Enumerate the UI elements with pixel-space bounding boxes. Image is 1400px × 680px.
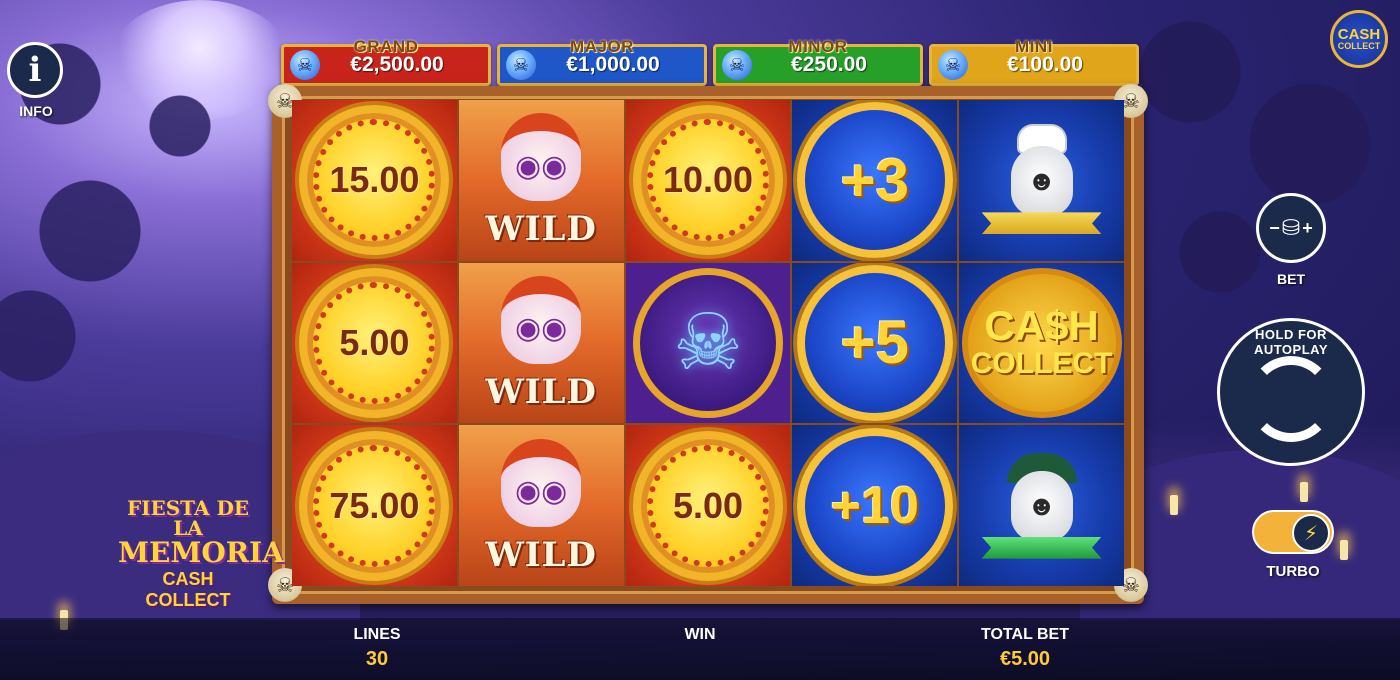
jackpot-grand: GRAND ☠ €2,500.00 xyxy=(281,37,491,86)
badge-line1: CASH xyxy=(1337,26,1381,43)
info-icon: i xyxy=(28,50,42,90)
coin-value: 5.00 xyxy=(339,321,410,363)
autoplay-label: HOLD FOR AUTOPLAY xyxy=(1253,327,1329,357)
skull-face-icon: ☻ xyxy=(1010,146,1073,217)
waitress-skeleton-symbol: ☻ xyxy=(972,436,1112,576)
candle xyxy=(1170,495,1178,515)
catrina-skull-icon: ◉◉ xyxy=(501,113,582,202)
reel-cell: ☻ xyxy=(959,425,1124,586)
coin-symbol: 5.00 xyxy=(632,430,783,581)
win-stat: WIN xyxy=(650,626,750,648)
lightning-icon: ⚡ xyxy=(1292,514,1330,552)
info-button[interactable]: i xyxy=(7,42,63,98)
minus-icon: − xyxy=(1269,217,1280,238)
wild-label: WILD xyxy=(485,534,597,575)
coin-value: 5.00 xyxy=(672,484,744,526)
reel-cell: 5.00 xyxy=(625,425,791,586)
cash-collect-line2: COLLECT xyxy=(970,347,1113,381)
jackpot-label: MAJOR xyxy=(570,37,634,56)
turbo-label: TURBO xyxy=(1266,563,1320,580)
spin-button[interactable]: HOLD FOR AUTOPLAY xyxy=(1217,318,1365,466)
wild-symbol: ◉◉ WILD xyxy=(466,268,616,418)
spin-icon xyxy=(1248,356,1334,442)
logo-line2: MEMORIA xyxy=(118,536,284,569)
plus-icon: + xyxy=(1302,217,1313,238)
reel-cell: 75.00 xyxy=(292,425,457,586)
reel-cell: 10.00 xyxy=(625,100,791,261)
coins-icon: ⛁ xyxy=(1281,215,1301,240)
jackpot-minor: MINOR ☠ €250.00 xyxy=(713,37,923,86)
banner-ribbon xyxy=(981,536,1102,559)
catrina-skull-icon: ◉◉ xyxy=(501,275,582,364)
wild-label: WILD xyxy=(485,209,597,250)
coin-value: 75.00 xyxy=(329,484,420,526)
bonus-value: +10 xyxy=(830,476,919,535)
coin-symbol: 75.00 xyxy=(299,430,450,581)
cash-collect-symbol: CA$H COLLECT xyxy=(961,267,1122,418)
reel-cell: +3 xyxy=(792,100,958,261)
logo-line1: FIESTA DE LA xyxy=(126,496,250,540)
bonus-coin-symbol: +10 xyxy=(796,427,953,584)
jackpot-label: GRAND xyxy=(353,37,419,56)
badge-line2: COLLECT xyxy=(1337,41,1381,51)
bonus-value: +3 xyxy=(840,146,909,214)
bonus-coin-symbol: +5 xyxy=(796,264,953,421)
reel-cell: ☻ xyxy=(959,100,1124,261)
coin-value: 15.00 xyxy=(329,159,420,201)
chef-skeleton-symbol: ☻ xyxy=(972,110,1112,250)
wild-symbol: ◉◉ WILD xyxy=(466,431,616,581)
wild-label: WILD xyxy=(485,371,597,412)
bonus-value: +5 xyxy=(840,309,909,377)
bonus-coin-symbol: +3 xyxy=(796,102,953,259)
win-label: WIN xyxy=(684,626,716,643)
lines-stat: LINES 30 xyxy=(327,626,427,671)
total-bet-stat: TOTAL BET €5.00 xyxy=(955,626,1095,671)
reel-cell: 15.00 xyxy=(292,100,457,261)
total-bet-value: €5.00 xyxy=(999,648,1051,670)
jackpot-major: MAJOR ☠ €1,000.00 xyxy=(497,37,707,86)
coin-value: 10.00 xyxy=(662,159,754,201)
lines-label: LINES xyxy=(353,626,401,643)
wild-symbol: ◉◉ WILD xyxy=(466,105,616,255)
jackpot-label: MINI xyxy=(1015,37,1053,56)
reel-cell: ☠ xyxy=(625,262,791,424)
total-bet-label: TOTAL BET xyxy=(981,626,1069,643)
reel-grid: 15.00 ◉◉ WILD 10.00 +3 ☻ 5.00 ◉◉ WILD ☠ … xyxy=(292,100,1124,586)
cash-collect-badge: CASH COLLECT xyxy=(1330,10,1388,68)
reel-cell: ◉◉ WILD xyxy=(458,425,624,586)
sugar-skull-face-icon: ☻ xyxy=(1010,470,1073,541)
info-label: INFO xyxy=(19,103,53,119)
lines-value: 30 xyxy=(365,648,389,670)
logo-line3: CASH COLLECT xyxy=(145,568,231,611)
cash-collect-line1: CA$H xyxy=(984,302,1099,350)
banner-ribbon xyxy=(981,212,1102,235)
reel-cell: ◉◉ WILD xyxy=(458,262,624,424)
jackpot-label: MINOR xyxy=(788,37,848,56)
reel-cell: 5.00 xyxy=(292,262,457,424)
jackpot-mini: MINI ☠ €100.00 xyxy=(929,37,1139,86)
game-logo: FIESTA DE LA MEMORIA CASH COLLECT xyxy=(118,496,284,610)
coin-symbol: 10.00 xyxy=(632,105,783,256)
turbo-toggle[interactable]: ⚡ xyxy=(1252,510,1334,554)
bet-label: BET xyxy=(1277,271,1305,287)
bet-button[interactable]: − ⛁ + xyxy=(1256,193,1326,263)
reel-cell: ◉◉ WILD xyxy=(458,100,624,261)
catrina-skull-icon: ◉◉ xyxy=(501,438,582,527)
coin-symbol: 15.00 xyxy=(299,105,450,256)
candle xyxy=(1340,540,1348,560)
reel-cell: +10 xyxy=(792,425,958,586)
reel-cell: CA$H COLLECT xyxy=(959,262,1124,424)
crystal-skull-icon: ☠ xyxy=(632,267,783,418)
coin-symbol: 5.00 xyxy=(299,267,450,418)
reel-cell: +5 xyxy=(792,262,958,424)
candle xyxy=(1300,482,1308,502)
